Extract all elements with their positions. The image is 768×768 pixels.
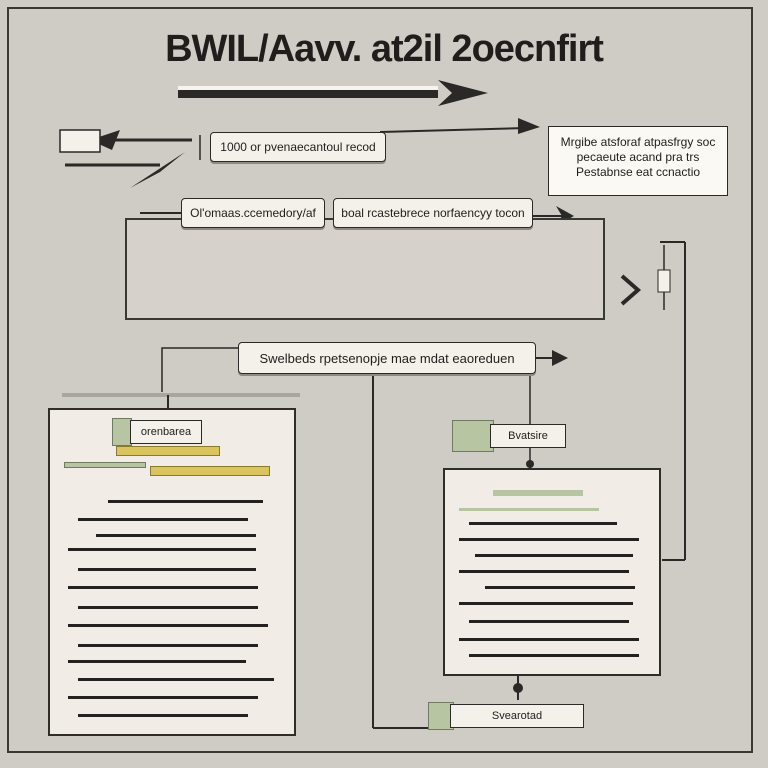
left-doc-bar: [64, 462, 146, 468]
right-doc-tab-green: [452, 420, 494, 452]
right-reference-chip[interactable]: boal rcastebrece norfaencyy tocon: [333, 198, 533, 228]
left-doc-highlight: [116, 446, 220, 456]
left-doc-highlight-2: [150, 466, 270, 476]
left-memory-chip[interactable]: Ol'omaas.ccemedory/af: [181, 198, 325, 228]
center-banner[interactable]: Swelbeds rpetsenopje mae mdat eaoreduen: [238, 342, 536, 374]
left-doc-tab-green: [112, 418, 132, 446]
info-note: Mrgibe atsforaf atpasfrgy soc pecaeute a…: [548, 126, 728, 196]
mid-panel: [125, 218, 605, 320]
bottom-status-chip[interactable]: Svearotad: [450, 704, 584, 728]
right-document: [443, 468, 661, 676]
top-arrow-head: [438, 80, 488, 106]
left-document: [48, 408, 296, 736]
top-record-chip[interactable]: 1000 or pvenaecantoul recod: [210, 132, 386, 162]
left-doc-tag[interactable]: orenbarea: [130, 420, 202, 444]
right-doc-tag[interactable]: Bvatsire: [490, 424, 566, 448]
